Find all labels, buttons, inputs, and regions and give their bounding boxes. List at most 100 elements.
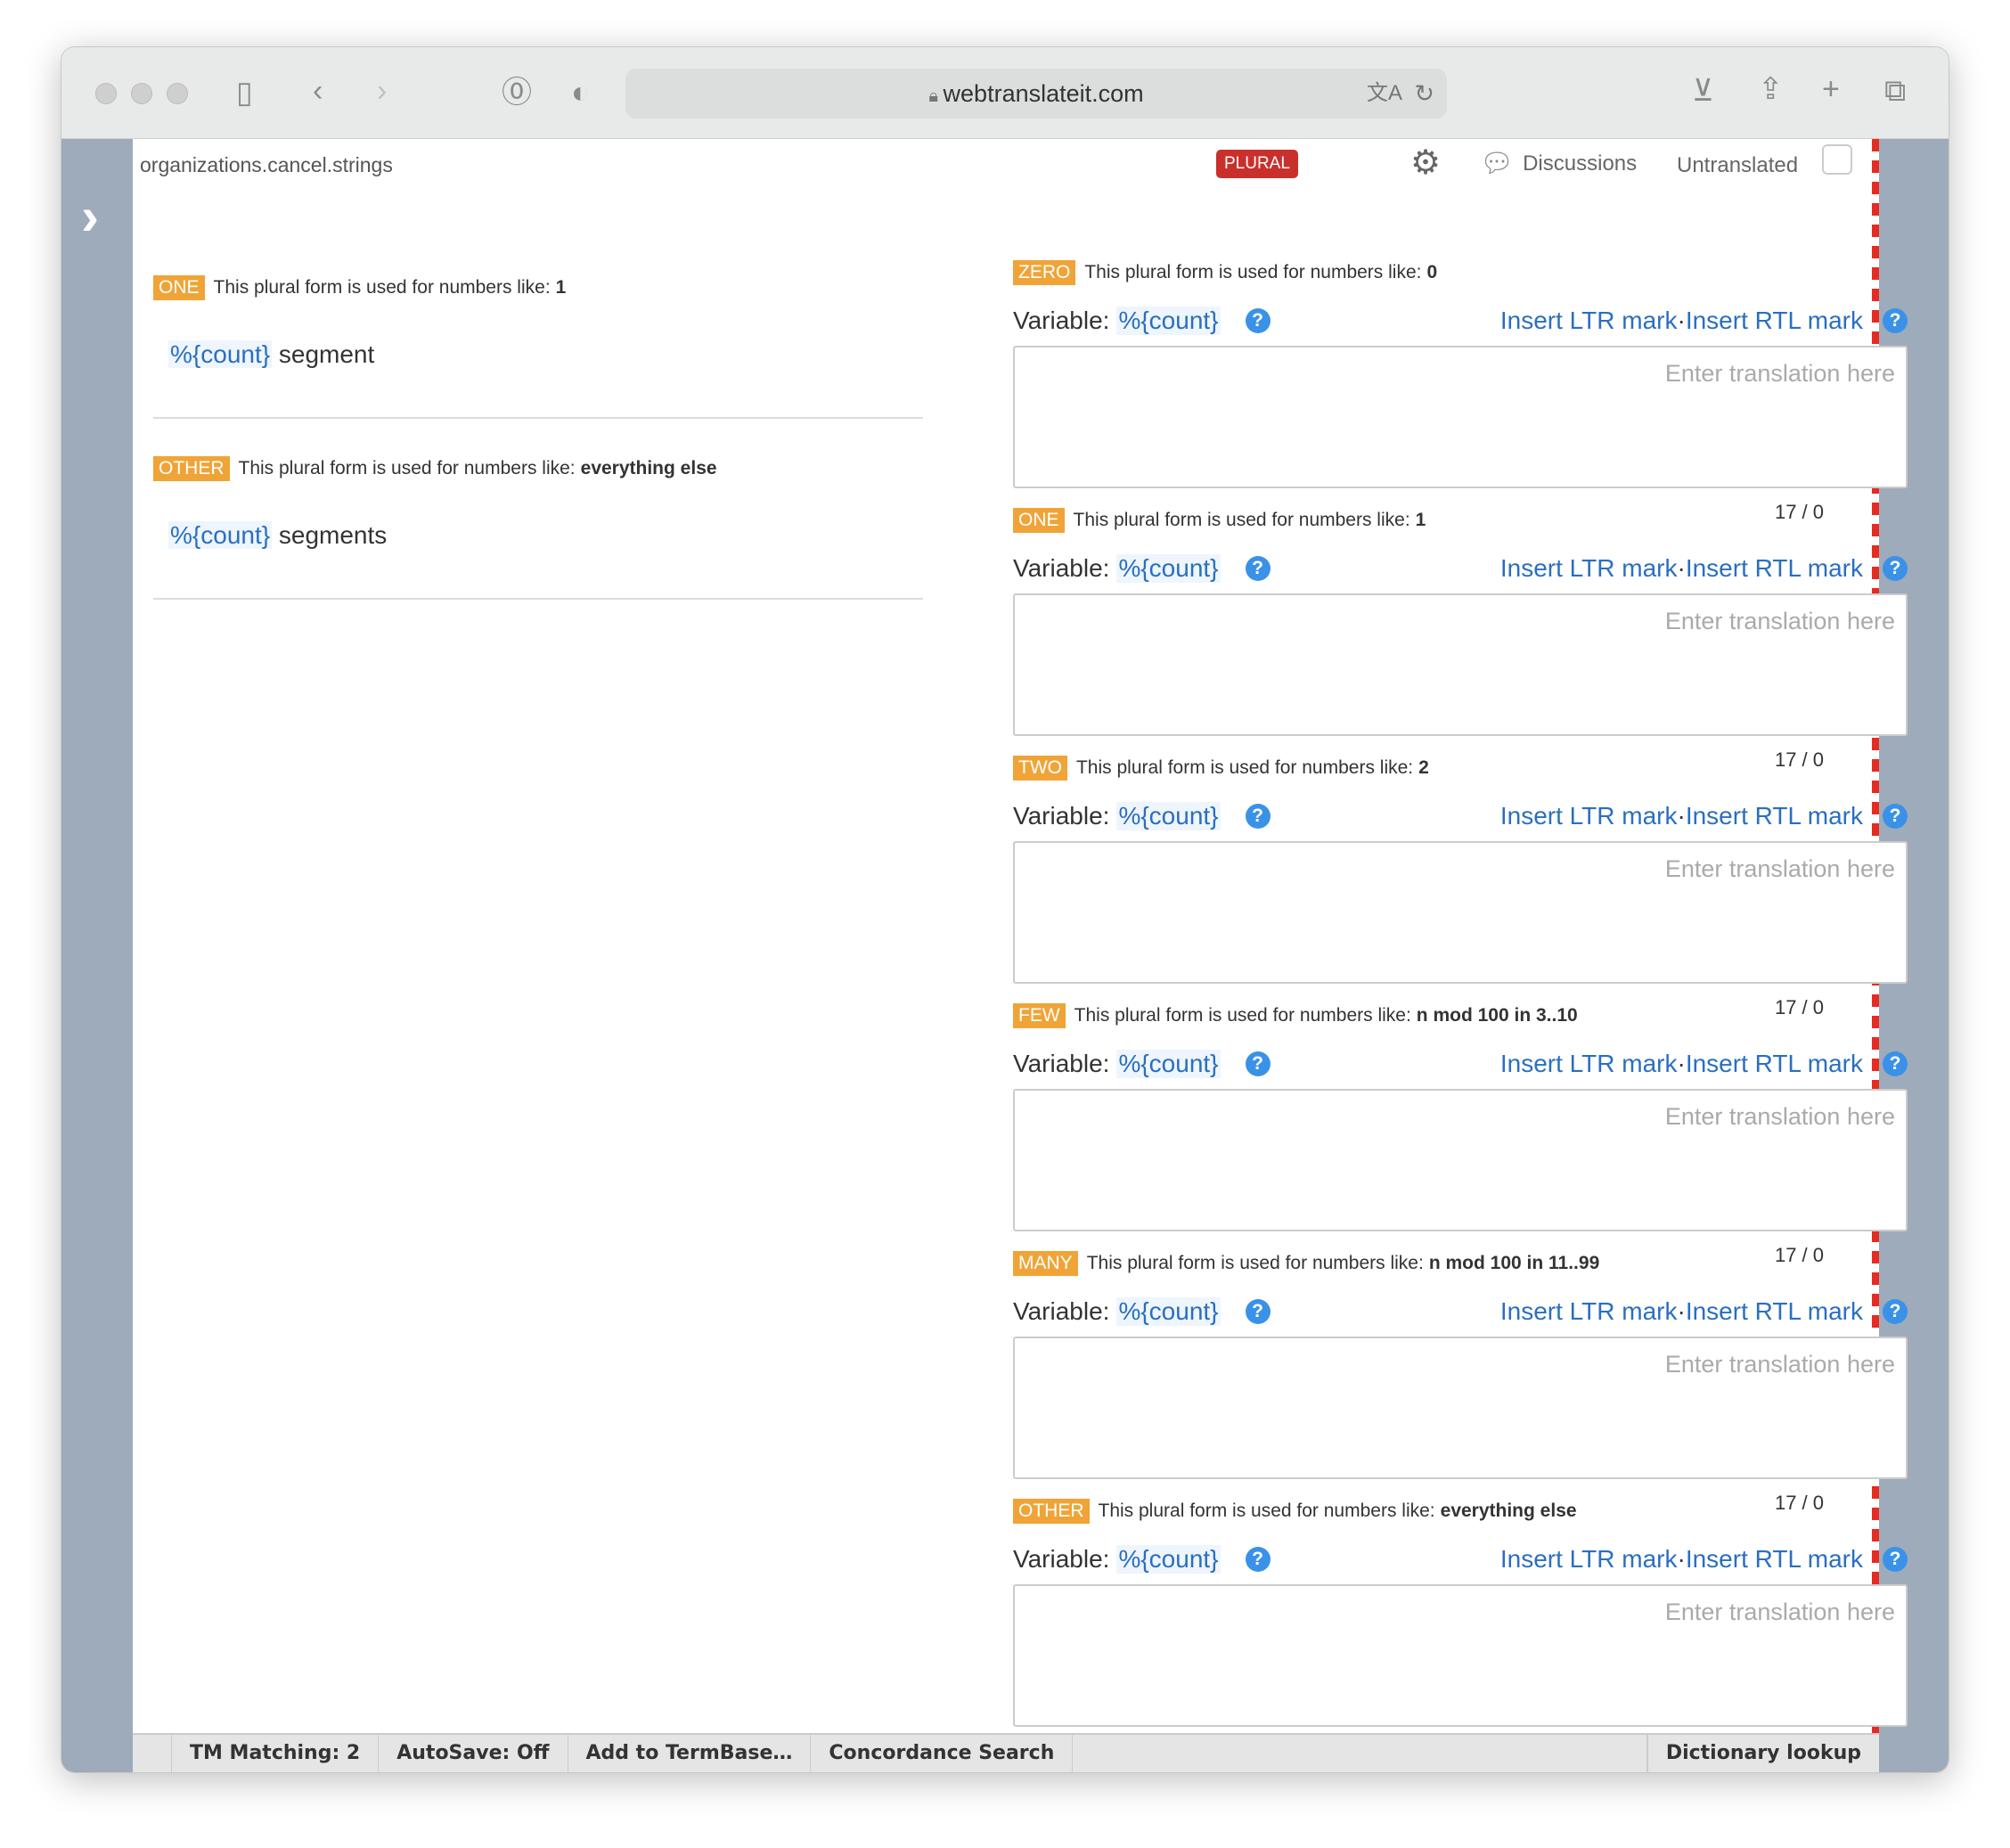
insert-ltr-mark-link[interactable]: Insert LTR mark	[1500, 554, 1678, 583]
target-form-header: OTHER This plural form is used for number…	[1013, 1499, 1577, 1524]
plural-badge: PLURAL	[1216, 150, 1298, 178]
target-form-one: ONE This plural form is used for numbers …	[1013, 508, 1908, 748]
translation-input[interactable]	[1013, 1089, 1908, 1231]
variable-label: Variable:	[1013, 802, 1110, 830]
add-to-termbase-button[interactable]: Add to TermBase…	[568, 1735, 812, 1772]
variable-row: Variable: %{count}? Insert LTR mark · Ins…	[1013, 1297, 1908, 1326]
variable-token[interactable]: %{count}	[1116, 1050, 1221, 1078]
link-separator: ·	[1677, 802, 1686, 830]
reload-icon[interactable]: ↻	[1414, 69, 1434, 119]
translation-input[interactable]	[1013, 1337, 1908, 1479]
tab-overview-icon[interactable]: ⧉	[1884, 76, 1906, 106]
link-separator: ·	[1677, 1297, 1686, 1325]
form-description: This plural form is used for numbers lik…	[213, 277, 551, 298]
variable-token: %{count}	[168, 521, 273, 549]
address-bar[interactable]: 🔒︎ webtranslateit.com 文A ↻	[625, 69, 1447, 119]
form-example: 1	[555, 277, 567, 298]
browser-window: ▯ ‹ › ⓪ ◐ 🔒︎ webtranslateit.com 文A ↻ ⊻ ⇪…	[61, 46, 1949, 1773]
insert-ltr-mark-link[interactable]: Insert LTR mark	[1500, 307, 1678, 335]
help-icon[interactable]: ?	[1883, 308, 1908, 333]
new-tab-icon[interactable]: +	[1822, 74, 1840, 104]
target-form-many: MANY This plural form is used for numbers…	[1013, 1251, 1908, 1492]
back-icon[interactable]: ‹	[313, 76, 323, 106]
form-badge: MANY	[1013, 1251, 1078, 1276]
form-badge: OTHER	[1013, 1499, 1090, 1524]
status-spacer	[1073, 1735, 1647, 1772]
help-icon[interactable]: ?	[1883, 556, 1908, 581]
variable-row: Variable: %{count}? Insert LTR mark · Ins…	[1013, 307, 1908, 335]
help-icon[interactable]: ?	[1245, 308, 1271, 333]
help-icon[interactable]: ?	[1245, 1547, 1271, 1572]
form-badge: ONE	[1013, 508, 1065, 533]
insert-rtl-mark-link[interactable]: Insert RTL mark	[1686, 1297, 1863, 1326]
help-icon[interactable]: ?	[1245, 556, 1271, 581]
variable-token[interactable]: %{count}	[1116, 1297, 1221, 1326]
help-icon[interactable]: ?	[1245, 1299, 1271, 1324]
variable-row: Variable: %{count}? Insert LTR mark · Ins…	[1013, 554, 1908, 583]
url-text: webtranslateit.com	[943, 80, 1144, 107]
share-icon[interactable]: ⇪	[1758, 74, 1784, 104]
form-description: This plural form is used for numbers lik…	[1075, 757, 1414, 778]
insert-rtl-mark-link[interactable]: Insert RTL mark	[1686, 802, 1863, 830]
translate-icon[interactable]: 文A	[1367, 69, 1402, 119]
form-badge: FEW	[1013, 1003, 1066, 1028]
help-icon[interactable]: ?	[1883, 804, 1908, 829]
source-form-header: OTHER This plural form is used for number…	[153, 456, 717, 481]
target-form-header: ZERO This plural form is used for numbers…	[1013, 260, 1437, 285]
shield-icon[interactable]: ◐	[571, 78, 590, 108]
help-icon[interactable]: ?	[1883, 1051, 1908, 1076]
zoom-window-button[interactable]	[167, 83, 188, 104]
form-description: This plural form is used for numbers lik…	[1084, 262, 1422, 282]
insert-ltr-mark-link[interactable]: Insert LTR mark	[1500, 1050, 1678, 1078]
target-form-header: ONE This plural form is used for numbers …	[1013, 508, 1426, 533]
target-form-two: TWO This plural form is used for numbers …	[1013, 756, 1908, 996]
forward-icon[interactable]: ›	[377, 76, 387, 106]
insert-rtl-mark-link[interactable]: Insert RTL mark	[1686, 1545, 1863, 1574]
autosave-toggle[interactable]: AutoSave: Off	[379, 1735, 568, 1772]
form-example: everything else	[580, 458, 717, 478]
discussions-link[interactable]: 💬︎ Discussions	[1480, 148, 1637, 179]
expand-chevron-icon[interactable]: ›	[81, 185, 99, 247]
variable-token[interactable]: %{count}	[1116, 307, 1221, 335]
form-example: 2	[1418, 757, 1429, 778]
password-manager-icon[interactable]: ⓪	[502, 78, 532, 108]
concordance-search-button[interactable]: Concordance Search	[811, 1735, 1074, 1772]
help-icon[interactable]: ?	[1245, 804, 1271, 829]
minimize-window-button[interactable]	[131, 83, 152, 104]
translation-input[interactable]	[1013, 593, 1908, 736]
form-example: n mod 100 in 11..99	[1428, 1253, 1600, 1273]
translation-input[interactable]	[1013, 346, 1908, 488]
divider	[153, 417, 923, 419]
insert-ltr-mark-link[interactable]: Insert LTR mark	[1500, 802, 1678, 830]
insert-ltr-mark-link[interactable]: Insert LTR mark	[1500, 1545, 1678, 1574]
form-description: This plural form is used for numbers lik…	[1086, 1253, 1424, 1273]
help-icon[interactable]: ?	[1883, 1547, 1908, 1572]
status-spacer	[133, 1735, 172, 1772]
variable-token[interactable]: %{count}	[1116, 802, 1221, 830]
form-badge: ZERO	[1013, 260, 1076, 285]
downloads-icon[interactable]: ⊻	[1692, 76, 1714, 106]
insert-rtl-mark-link[interactable]: Insert RTL mark	[1686, 1050, 1863, 1078]
tm-matching-button[interactable]: TM Matching: 2	[172, 1735, 380, 1772]
help-icon[interactable]: ?	[1883, 1299, 1908, 1324]
insert-rtl-mark-link[interactable]: Insert RTL mark	[1686, 307, 1863, 335]
close-window-button[interactable]	[95, 83, 117, 104]
variable-token[interactable]: %{count}	[1116, 1545, 1221, 1574]
untranslated-checkbox[interactable]	[1822, 144, 1852, 175]
gear-icon[interactable]: ⚙	[1410, 143, 1441, 183]
variable-token[interactable]: %{count}	[1116, 554, 1221, 583]
target-form-zero: ZERO This plural form is used for numbers…	[1013, 260, 1908, 501]
insert-rtl-mark-link[interactable]: Insert RTL mark	[1686, 554, 1863, 583]
dictionary-lookup-button[interactable]: Dictionary lookup	[1646, 1735, 1879, 1772]
sidebar-toggle-icon[interactable]: ▯	[236, 78, 253, 108]
string-key: organizations.cancel.strings	[140, 153, 393, 176]
help-icon[interactable]: ?	[1245, 1051, 1271, 1076]
translation-input[interactable]	[1013, 1584, 1908, 1727]
variable-label: Variable:	[1013, 1297, 1110, 1325]
translation-input[interactable]	[1013, 841, 1908, 984]
link-separator: ·	[1677, 307, 1686, 334]
form-example: everything else	[1440, 1500, 1577, 1521]
insert-ltr-mark-link[interactable]: Insert LTR mark	[1500, 1297, 1678, 1326]
form-badge: OTHER	[153, 456, 230, 481]
variable-label: Variable:	[1013, 554, 1110, 582]
